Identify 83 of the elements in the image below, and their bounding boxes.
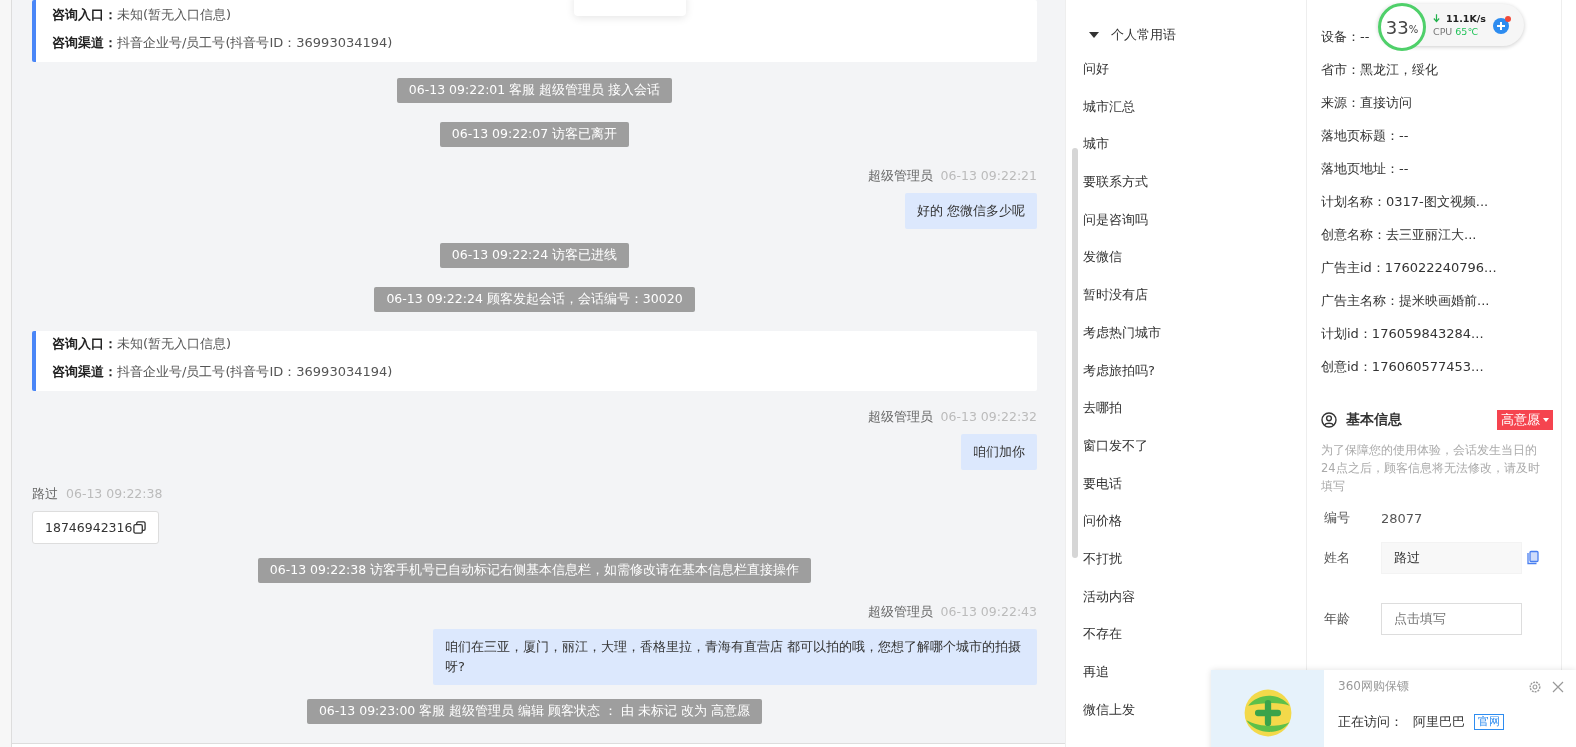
info-label: 咨询入口： — [52, 7, 117, 22]
cpu-label: CPU — [1433, 26, 1453, 37]
info-value: 抖音企业号/员工号(抖音号ID：36993034194) — [117, 364, 393, 379]
info-value: 未知(暂无入口信息) — [117, 336, 232, 351]
phrase-item[interactable]: 要联系方式 — [1083, 171, 1176, 209]
phrase-item[interactable]: 暂时没有店 — [1083, 284, 1176, 322]
phrase-item[interactable]: 窗口发不了 — [1083, 434, 1176, 473]
official-tag: 官网 — [1474, 714, 1504, 730]
plus-icon[interactable] — [1491, 15, 1512, 35]
source-info-row-text: 来源：直接访问 — [1321, 94, 1412, 112]
system-message: 06-13 09:22:07 访客已离开 — [439, 122, 630, 147]
message-bubble: 咱们在三亚，厦门，丽江，大理，香格里拉，青海有直营店 都可以拍的哦，您想了解哪个城市的拍摄呀? — [433, 629, 1037, 685]
message-time: 06-13 09:22:38 — [66, 486, 163, 503]
source-info-row-text: 创意id：176060577453... — [1321, 358, 1484, 376]
phrase-item[interactable]: 考虑旅拍吗? — [1083, 359, 1176, 398]
popup-title: 360网购保镖 — [1338, 678, 1410, 695]
info-label: 咨询入口： — [52, 336, 117, 351]
source-info-row-text: 设备：-- — [1321, 28, 1370, 46]
source-info-row-text: 落地页地址：-- — [1321, 160, 1409, 178]
sender-name: 超级管理员 — [867, 604, 933, 621]
info-label: 咨询渠道： — [52, 364, 117, 379]
copy-icon[interactable] — [133, 521, 147, 534]
message-bubble: 咱们加你 — [961, 434, 1037, 470]
phrase-group-header[interactable]: 个人常用语 — [1083, 22, 1176, 48]
info-label: 咨询渠道： — [52, 35, 117, 50]
user-icon — [1321, 412, 1337, 428]
phrase-item[interactable]: 问好 — [1083, 58, 1176, 96]
phrase-item[interactable]: 问价格 — [1083, 510, 1176, 548]
field-value: 28077 — [1381, 510, 1423, 526]
group-title: 个人常用语 — [1111, 26, 1176, 44]
source-info-row-text: 计划名称：0317-图文视频... — [1321, 193, 1489, 211]
system-message: 06-13 09:23:00 客服 超级管理员 编辑 顾客状态 ： 由 未标记 改为 高意愿 — [306, 699, 763, 724]
source-info-row-text: 广告主id：176022240796... — [1321, 259, 1497, 277]
percent-unit: % — [1408, 24, 1419, 35]
document-icon[interactable] — [1527, 550, 1539, 565]
input-field[interactable]: 点击填写 — [1381, 602, 1522, 635]
download-arrow-icon — [1433, 14, 1440, 23]
system-message: 06-13 09:22:24 顾客发起会话，会话编号：30020 — [374, 287, 695, 312]
system-message: 06-13 09:22:24 访客已进线 — [439, 243, 630, 268]
caret-icon — [1543, 418, 1549, 422]
sender-name: 路过 — [32, 486, 58, 503]
phrase-item[interactable]: 城市汇总 — [1083, 95, 1176, 134]
field-label: 年龄 — [1323, 609, 1351, 628]
status-dropdown[interactable]: 高意愿 — [1497, 410, 1553, 430]
visiting-label: 正在访问： — [1338, 713, 1403, 731]
phone-number: 18746942316 — [45, 520, 133, 535]
network-speed: 11.1K/s — [1446, 13, 1486, 24]
settings-icon[interactable] — [1528, 679, 1542, 694]
phrase-item[interactable]: 不存在 — [1083, 623, 1176, 661]
phrase-item[interactable]: 考虑热门城市 — [1083, 321, 1176, 360]
sender-name: 超级管理员 — [867, 409, 933, 426]
phrase-item[interactable]: 去哪拍 — [1083, 397, 1176, 435]
info-value: 未知(暂无入口信息) — [117, 7, 232, 22]
phrase-item[interactable]: 问是咨询吗 — [1083, 208, 1176, 247]
message-time: 06-13 09:22:21 — [940, 168, 1037, 185]
phrase-item[interactable]: 城市 — [1083, 133, 1176, 172]
field-label: 姓名 — [1323, 548, 1351, 567]
phrase-item[interactable]: 不打扰 — [1083, 547, 1176, 586]
source-info-row-text: 落地页标题：-- — [1321, 127, 1409, 145]
close-icon[interactable] — [1552, 680, 1564, 693]
section-title: 基本信息 — [1346, 411, 1403, 429]
memory-percent: 33 — [1385, 16, 1409, 38]
notice-text: 为了保障您的使用体验，会话发生当日的24点之后，顾客信息将无法修改，请及时填写 — [1321, 442, 1541, 495]
source-info-row-text: 创意名称：去三亚丽江大... — [1321, 226, 1477, 244]
phrase-item[interactable]: 微信上发 — [1083, 698, 1176, 737]
input-field[interactable]: 路过 — [1381, 541, 1522, 574]
source-info-row-text: 省市：黑龙江，绥化 — [1321, 61, 1438, 79]
source-info-row-text: 广告主名称：提米映画婚前... — [1321, 292, 1490, 310]
phrase-item[interactable]: 再追 — [1083, 661, 1176, 699]
message-time: 06-13 09:22:32 — [940, 409, 1037, 426]
sender-name: 超级管理员 — [867, 168, 933, 185]
field-label: 编号 — [1323, 509, 1351, 527]
phrase-item[interactable]: 发微信 — [1083, 246, 1176, 285]
system-message: 06-13 09:22:38 访客手机号已自动标记右侧基本信息栏，如需修改请在基本信息栏直接操作 — [257, 558, 812, 583]
message-bubble: 好的 您微信多少呢 — [904, 193, 1037, 229]
system-message: 06-13 09:22:01 客服 超级管理员 接入会话 — [396, 78, 673, 103]
site-name: 阿里巴巴 — [1413, 713, 1465, 731]
cpu-temperature: 65℃ — [1455, 26, 1479, 37]
message-time: 06-13 09:22:43 — [940, 604, 1037, 621]
phrase-item[interactable]: 要电话 — [1083, 472, 1176, 511]
source-info-row-text: 计划id：176059843284... — [1321, 325, 1484, 343]
info-value: 抖音企业号/员工号(抖音号ID：36993034194) — [117, 35, 393, 50]
phrase-item[interactable]: 活动内容 — [1083, 585, 1176, 624]
